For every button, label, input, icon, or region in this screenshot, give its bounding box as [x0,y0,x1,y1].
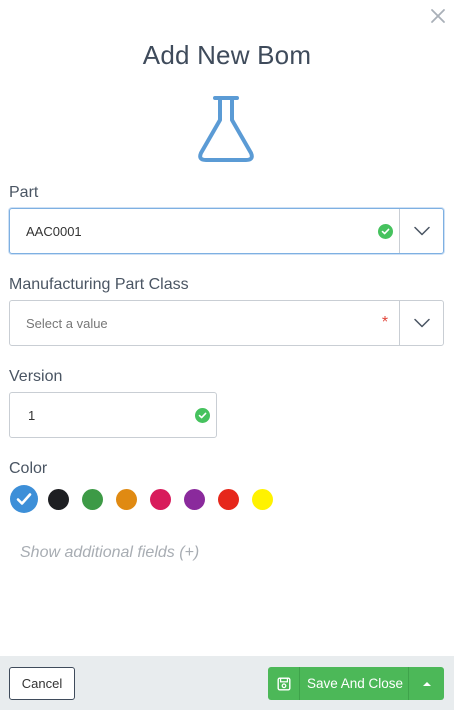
color-swatch[interactable] [82,488,103,510]
color-swatch[interactable] [184,488,205,510]
color-label: Color [9,460,48,477]
manufacturing-part-class-dropdown-toggle[interactable] [399,301,443,345]
version-value: 1 [28,407,36,423]
part-status [371,223,399,239]
save-and-close-label: Save And Close [307,676,404,691]
manufacturing-part-class-label: Manufacturing Part Class [9,276,189,293]
check-icon [377,223,393,239]
check-icon [194,407,210,423]
chevron-down-icon [413,318,430,328]
close-icon [431,9,445,23]
caret-up-icon [422,681,431,686]
color-swatch[interactable] [10,485,38,513]
part-value: AAC0001 [26,223,82,239]
color-swatch[interactable] [116,488,137,510]
show-additional-fields-link[interactable]: Show additional fields (+) [20,544,199,562]
manufacturing-part-class-select[interactable]: Select a value * [9,300,444,346]
required-star-icon: * [381,314,389,331]
version-status [188,407,216,423]
color-swatches [10,485,286,513]
save-icon [268,667,300,700]
check-icon [16,493,32,505]
flask-icon [196,95,256,163]
part-select[interactable]: AAC0001 [9,208,444,254]
version-input[interactable]: 1 [9,392,217,438]
color-swatch[interactable] [218,488,239,510]
manufacturing-part-class-placeholder: Select a value [26,315,108,331]
save-options-toggle[interactable] [408,667,444,700]
close-button[interactable] [429,7,447,25]
required-indicator: * [371,315,399,331]
dialog-title: Add New Bom [142,40,312,70]
chevron-down-icon [413,226,430,236]
dialog-footer: Cancel Save And Close [0,656,454,710]
part-label: Part [9,184,39,201]
save-button-group: Save And Close [268,667,444,700]
save-and-close-button[interactable]: Save And Close [268,667,408,700]
version-label: Version [9,368,63,385]
part-dropdown-toggle[interactable] [399,209,443,253]
color-swatch[interactable] [252,488,273,510]
cancel-button[interactable]: Cancel [9,667,75,700]
color-swatch[interactable] [48,488,69,510]
color-swatch[interactable] [150,488,171,510]
